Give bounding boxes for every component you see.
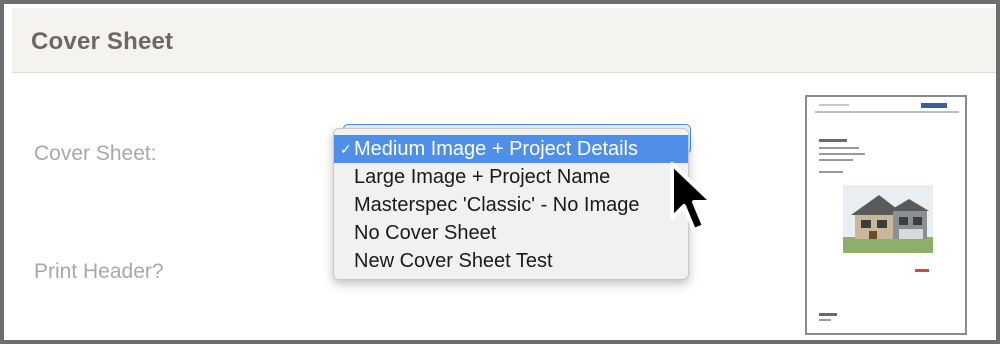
cover-sheet-label: Cover Sheet:: [34, 142, 157, 165]
thumbnail-footer-text: [819, 313, 837, 316]
thumbnail-title-text: [819, 139, 847, 142]
app-window: Cover Sheet Cover Sheet: Print Header? ✓…: [0, 0, 1000, 344]
menu-item-label: Medium Image + Project Details: [354, 138, 639, 160]
menu-item-masterspec-classic-no-image[interactable]: Masterspec 'Classic' - No Image: [334, 191, 688, 219]
cover-sheet-dropdown-menu: ✓ Medium Image + Project Details Large I…: [333, 128, 689, 280]
thumbnail-header-rule: [815, 111, 959, 113]
mouse-pointer-icon: [670, 162, 714, 232]
cover-sheet-thumbnail: [805, 95, 967, 335]
thumbnail-red-mark: [915, 269, 929, 272]
thumbnail-logo: [921, 103, 947, 108]
menu-item-medium-image-project-details[interactable]: ✓ Medium Image + Project Details: [334, 135, 688, 163]
thumbnail-text-line: [819, 147, 859, 149]
menu-item-large-image-project-name[interactable]: Large Image + Project Name: [334, 163, 688, 191]
checkmark-icon: ✓: [340, 141, 352, 157]
thumbnail-header-text: [819, 104, 849, 106]
thumbnail-footer-text: [819, 319, 831, 321]
thumbnail-text-line: [819, 153, 865, 155]
menu-item-label: Masterspec 'Classic' - No Image: [354, 194, 640, 216]
thumbnail-text-line: [819, 171, 843, 173]
menu-item-new-cover-sheet-test[interactable]: New Cover Sheet Test: [334, 247, 688, 275]
menu-item-label: New Cover Sheet Test: [354, 250, 553, 272]
menu-item-label: Large Image + Project Name: [354, 166, 611, 188]
menu-item-label: No Cover Sheet: [354, 222, 497, 244]
print-header-label: Print Header?: [34, 260, 164, 283]
thumbnail-text-line: [819, 159, 853, 161]
panel-header: Cover Sheet: [12, 8, 996, 73]
page-title: Cover Sheet: [31, 28, 174, 55]
house-image-icon: [843, 185, 933, 253]
menu-item-no-cover-sheet[interactable]: No Cover Sheet: [334, 219, 688, 247]
